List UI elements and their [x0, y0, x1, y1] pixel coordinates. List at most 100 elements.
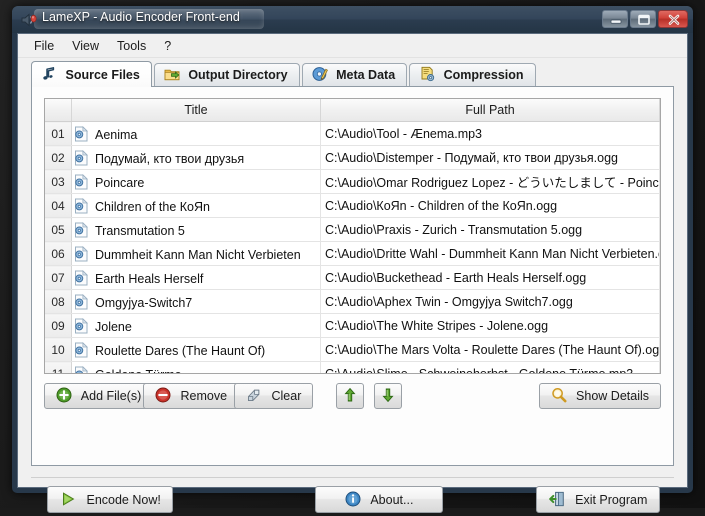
column-header-index[interactable] [45, 99, 72, 122]
exit-program-button[interactable]: Exit Program [536, 486, 660, 513]
row-title-text: Transmutation 5 [95, 224, 185, 238]
row-index: 07 [45, 266, 72, 290]
audio-file-icon [74, 294, 89, 310]
tab-output-directory-label: Output Directory [188, 68, 287, 82]
window-title: LameXP - Audio Encoder Front-end [42, 10, 240, 24]
plus-circle-icon [56, 387, 72, 403]
row-index: 02 [45, 146, 72, 170]
move-up-button[interactable] [336, 383, 364, 409]
encode-now-button[interactable]: Encode Now! [47, 486, 173, 513]
audio-file-icon [74, 150, 89, 166]
column-header-title[interactable]: Title [72, 99, 321, 122]
audio-file-icon [74, 198, 89, 214]
table-row[interactable]: 05 Transmutation 5 C:\Audio\Praxis - Zuric… [45, 218, 660, 242]
audio-file-icon [74, 222, 89, 238]
audio-file-icon [74, 174, 89, 190]
file-list-table: Title Full Path 01AenimaC:\Audio\Tool - … [45, 99, 660, 374]
tab-meta-data[interactable]: Meta Data [302, 63, 408, 87]
about-button[interactable]: About... [315, 486, 443, 513]
row-index: 01 [45, 122, 72, 146]
table-row[interactable]: 09JoleneC:\Audio\The White Stripes - Jol… [45, 314, 660, 338]
row-full-path: C:\Audio\Slime - Schweineherbst - Golden… [321, 362, 660, 375]
disc-pencil-icon [312, 66, 328, 82]
row-full-path: C:\Audio\Dritte Wahl - Dummheit Kann Man… [321, 242, 660, 266]
row-title: Children of the КoЯn [72, 194, 321, 218]
row-index: 06 [45, 242, 72, 266]
bottom-button-bar: Encode Now! About... [31, 486, 674, 513]
menu-item-tools[interactable]: Tools [108, 37, 155, 56]
magnifier-icon [551, 387, 567, 403]
menu-item-view[interactable]: View [63, 37, 108, 56]
maximize-button[interactable] [630, 10, 656, 28]
menu-item-help[interactable]: ? [155, 37, 180, 56]
minus-circle-icon [155, 387, 171, 403]
about-label: About... [370, 493, 413, 507]
table-row[interactable]: 02Подумай, кто твои друзьяC:\Audio\Diste… [45, 146, 660, 170]
row-title-text: Goldene Türme [95, 368, 182, 375]
row-index: 09 [45, 314, 72, 338]
row-title-text: Earth Heals Herself [95, 272, 203, 286]
exit-door-icon [549, 490, 565, 506]
table-row[interactable]: 08Omgyjya-Switch7C:\Audio\Aphex Twin - O… [45, 290, 660, 314]
table-row[interactable]: 04Children of the КoЯnC:\Audio\КoЯn - Ch… [45, 194, 660, 218]
table-body: 01AenimaC:\Audio\Tool - Ænema.mp302Подум… [45, 122, 660, 375]
audio-file-icon [74, 366, 89, 375]
row-index: 10 [45, 338, 72, 362]
move-down-button[interactable] [374, 383, 402, 409]
minimize-button[interactable] [602, 10, 628, 28]
column-header-full-path[interactable]: Full Path [321, 99, 660, 122]
clear-label: Clear [271, 389, 301, 403]
remove-button[interactable]: Remove [143, 383, 239, 409]
row-full-path: C:\Audio\Omar Rodriguez Lopez - どういたしまして… [321, 170, 660, 194]
row-index: 05 [45, 218, 72, 242]
row-title-text: Poincare [95, 176, 144, 190]
add-files-label: Add File(s) [81, 389, 141, 403]
row-title-text: Подумай, кто твои друзья [95, 152, 244, 166]
menu-item-file[interactable]: File [25, 37, 63, 56]
close-button[interactable] [658, 10, 688, 28]
row-full-path: C:\Audio\Buckethead - Earth Heals Hersel… [321, 266, 660, 290]
row-full-path: C:\Audio\Praxis - Zurich - Transmutation… [321, 218, 660, 242]
table-row[interactable]: 01AenimaC:\Audio\Tool - Ænema.mp3 [45, 122, 660, 146]
tab-compression-label: Compression [444, 68, 524, 82]
row-title-text: Omgyjya-Switch7 [95, 296, 192, 310]
add-files-button[interactable]: Add File(s) [44, 383, 153, 409]
audio-file-icon [74, 126, 89, 142]
table-row[interactable]: 10 Roulette Dares (The Haunt Of) C:\Audio\… [45, 338, 660, 362]
show-details-button[interactable]: Show Details [539, 383, 661, 409]
row-index: 08 [45, 290, 72, 314]
tab-source-files[interactable]: Source Files [31, 61, 152, 87]
audio-file-icon [74, 270, 89, 286]
row-index: 03 [45, 170, 72, 194]
clear-button[interactable]: Clear [234, 383, 313, 409]
file-list[interactable]: Title Full Path 01AenimaC:\Audio\Tool - … [44, 98, 661, 374]
row-title: Aenima [72, 122, 321, 146]
play-icon [60, 490, 76, 506]
table-row[interactable]: 07 Earth Heals Herself C:\Audio\Buckethead… [45, 266, 660, 290]
application-window: LameXP - Audio Encoder Front-end [12, 6, 693, 493]
row-title: Earth Heals Herself [72, 266, 321, 290]
row-title: Transmutation 5 [72, 218, 321, 242]
row-title-text: Roulette Dares (The Haunt Of) [95, 344, 265, 358]
show-details-label: Show Details [576, 389, 649, 403]
row-index: 11 [45, 362, 72, 375]
row-title-text: Children of the КoЯn [95, 200, 210, 214]
eraser-icon [246, 387, 262, 403]
row-title: Подумай, кто твои друзья [72, 146, 321, 170]
row-title-text: Dummheit Kann Man Nicht Verbieten [95, 248, 301, 262]
row-full-path: C:\Audio\Tool - Ænema.mp3 [321, 122, 660, 146]
bottom-separator [31, 477, 674, 478]
exit-program-label: Exit Program [575, 493, 647, 507]
row-title-text: Jolene [95, 320, 132, 334]
row-full-path: C:\Audio\The Mars Volta - Roulette Dares… [321, 338, 660, 362]
table-row[interactable]: 03 Poincare C:\Audio\Omar Rodriguez Lopez … [45, 170, 660, 194]
arrow-up-icon [342, 387, 358, 403]
table-row[interactable]: 11 Goldene Türme C:\Audio\Slime - Schweine… [45, 362, 660, 375]
info-icon [345, 490, 361, 506]
folder-arrow-icon [164, 66, 180, 82]
tab-compression[interactable]: Compression [409, 63, 535, 87]
row-full-path: C:\Audio\КoЯn - Children of the КoЯn.ogg [321, 194, 660, 218]
table-row[interactable]: 06 Dummheit Kann Man Nicht Verbieten C:\Au… [45, 242, 660, 266]
tab-output-directory[interactable]: Output Directory [154, 63, 300, 87]
row-title: Roulette Dares (The Haunt Of) [72, 338, 321, 362]
